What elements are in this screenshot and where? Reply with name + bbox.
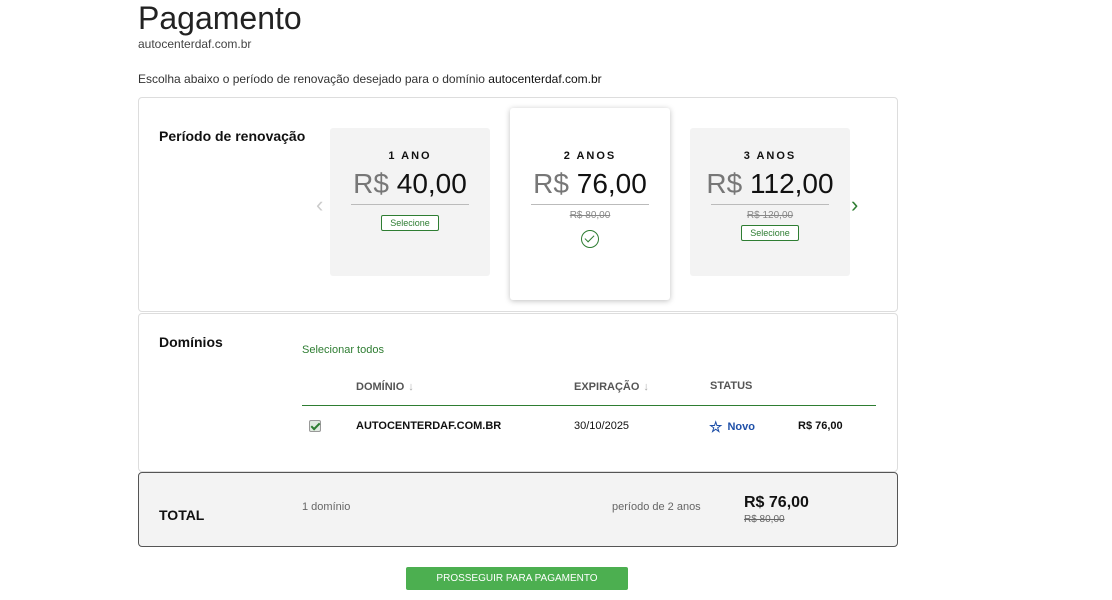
carousel-next-arrow-icon[interactable]: › xyxy=(851,192,858,218)
column-label: DOMÍNIO xyxy=(356,381,405,393)
select-plan-button[interactable]: Selecione xyxy=(381,215,439,231)
plan-currency: R$ xyxy=(706,168,743,199)
proceed-to-payment-button[interactable]: PROSSEGUIR PARA PAGAMENTO xyxy=(406,567,628,590)
intro-text: Escolha abaixo o período de renovação de… xyxy=(138,72,602,86)
plan-price: R$ 112,00 xyxy=(690,168,850,200)
plan-price: R$ 40,00 xyxy=(330,168,490,200)
intro-label: Escolha abaixo o período de renovação de… xyxy=(138,72,485,86)
total-label: TOTAL xyxy=(159,507,205,523)
page-subtitle-domain: autocenterdaf.com.br xyxy=(138,37,252,51)
table-header-divider xyxy=(302,405,876,406)
sort-arrow-icon: ↓ xyxy=(408,381,414,393)
divider xyxy=(531,204,649,205)
status-label: Novo xyxy=(727,421,755,433)
plan-amount: 112,00 xyxy=(750,168,834,199)
row-checkbox[interactable] xyxy=(309,420,321,432)
plan-amount: 76,00 xyxy=(576,168,647,199)
carousel-prev-arrow-icon[interactable]: ‹ xyxy=(316,192,323,218)
row-domain: AUTOCENTERDAF.COM.BR xyxy=(356,420,502,432)
intro-domain: autocenterdaf.com.br xyxy=(488,72,602,86)
column-header-domain[interactable]: DOMÍNIO ↓ xyxy=(356,381,414,393)
total-domain-count: 1 domínio xyxy=(302,501,351,513)
total-old-price: R$ 80,00 xyxy=(744,514,785,525)
domains-panel: Domínios Selecionar todos DOMÍNIO ↓ EXPIR… xyxy=(138,313,898,472)
star-icon: ☆ xyxy=(709,419,723,436)
plan-currency: R$ xyxy=(533,168,569,199)
select-plan-button[interactable]: Selecione xyxy=(741,225,799,241)
divider xyxy=(711,204,829,205)
total-panel: TOTAL 1 domínio período de 2 anos R$ 76,… xyxy=(138,472,898,547)
column-label: EXPIRAÇÃO xyxy=(574,381,640,393)
renewal-period-panel: Período de renovação ‹ 1 ANO R$ 40,00 Se… xyxy=(138,97,898,312)
plan-years: 2 ANOS xyxy=(563,150,617,162)
domains-title: Domínios xyxy=(159,334,223,350)
plan-years: 3 ANOS xyxy=(743,150,797,162)
plan-card-1-year[interactable]: 1 ANO R$ 40,00 Selecione xyxy=(330,128,490,276)
row-status: ☆ Novo xyxy=(709,418,755,436)
plan-card-2-years[interactable]: 2 ANOS R$ 76,00 R$ 80,00 xyxy=(510,108,670,300)
selected-check-icon xyxy=(581,230,599,248)
divider xyxy=(351,204,469,205)
plan-old-price: R$ 120,00 xyxy=(746,210,794,221)
total-period: período de 2 anos xyxy=(612,501,701,513)
plan-old-price: R$ 80,00 xyxy=(569,210,611,221)
column-header-expiration[interactable]: EXPIRAÇÃO ↓ xyxy=(574,381,649,393)
plan-price: R$ 76,00 xyxy=(510,168,670,200)
renewal-period-title: Período de renovação xyxy=(159,128,306,144)
page-title: Pagamento xyxy=(138,0,302,36)
row-price: R$ 76,00 xyxy=(798,420,843,432)
select-all-link[interactable]: Selecionar todos xyxy=(302,344,384,356)
plan-card-3-years[interactable]: 3 ANOS R$ 112,00 R$ 120,00 Selecione xyxy=(690,128,850,276)
column-header-status: STATUS xyxy=(710,380,753,392)
plan-years: 1 ANO xyxy=(388,150,432,162)
total-price: R$ 76,00 xyxy=(744,494,809,511)
plan-amount: 40,00 xyxy=(396,168,467,199)
plan-currency: R$ xyxy=(353,168,389,199)
sort-arrow-icon: ↓ xyxy=(643,381,649,393)
row-expiration: 30/10/2025 xyxy=(574,420,630,432)
